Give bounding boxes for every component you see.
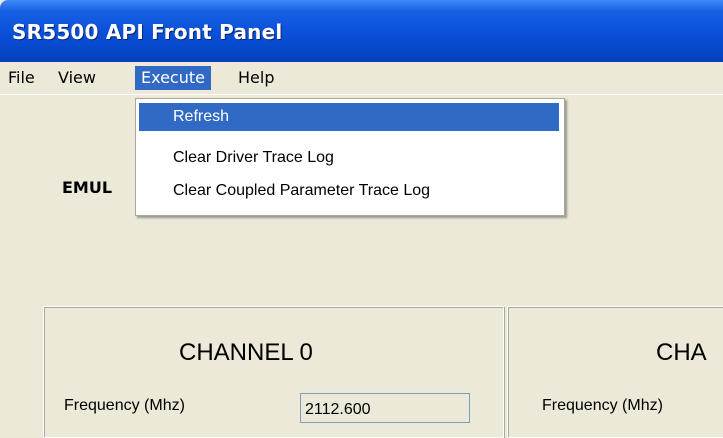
menu-view[interactable]: View bbox=[52, 66, 102, 90]
channel-1-frequency-label: Frequency (Mhz) bbox=[542, 397, 663, 414]
channel-0-frequency-field[interactable]: 2112.600 bbox=[300, 393, 470, 423]
menu-bar: File View Execute Help bbox=[0, 62, 723, 94]
channel-1-panel: CHA Frequency (Mhz) bbox=[507, 306, 723, 438]
execute-dropdown-menu: Refresh Clear Driver Trace Log Clear Cou… bbox=[135, 98, 565, 216]
channel-0-panel: CHANNEL 0 Frequency (Mhz) 2112.600 bbox=[43, 306, 504, 438]
channel-1-title: CHA bbox=[656, 339, 707, 366]
menu-item-clear-coupled-parameter-trace-log[interactable]: Clear Coupled Parameter Trace Log bbox=[139, 177, 559, 205]
emulation-label: EMUL bbox=[62, 178, 113, 197]
menu-help[interactable]: Help bbox=[232, 66, 280, 90]
channel-0-title: CHANNEL 0 bbox=[179, 339, 313, 366]
menu-item-clear-driver-trace-log[interactable]: Clear Driver Trace Log bbox=[139, 144, 559, 172]
title-bar[interactable]: SR5500 API Front Panel bbox=[0, 0, 723, 62]
window-title: SR5500 API Front Panel bbox=[12, 20, 283, 44]
menu-file[interactable]: File bbox=[2, 66, 41, 90]
menu-execute[interactable]: Execute bbox=[135, 66, 211, 90]
channel-0-frequency-label: Frequency (Mhz) bbox=[64, 397, 185, 414]
menu-item-refresh[interactable]: Refresh bbox=[139, 103, 559, 131]
